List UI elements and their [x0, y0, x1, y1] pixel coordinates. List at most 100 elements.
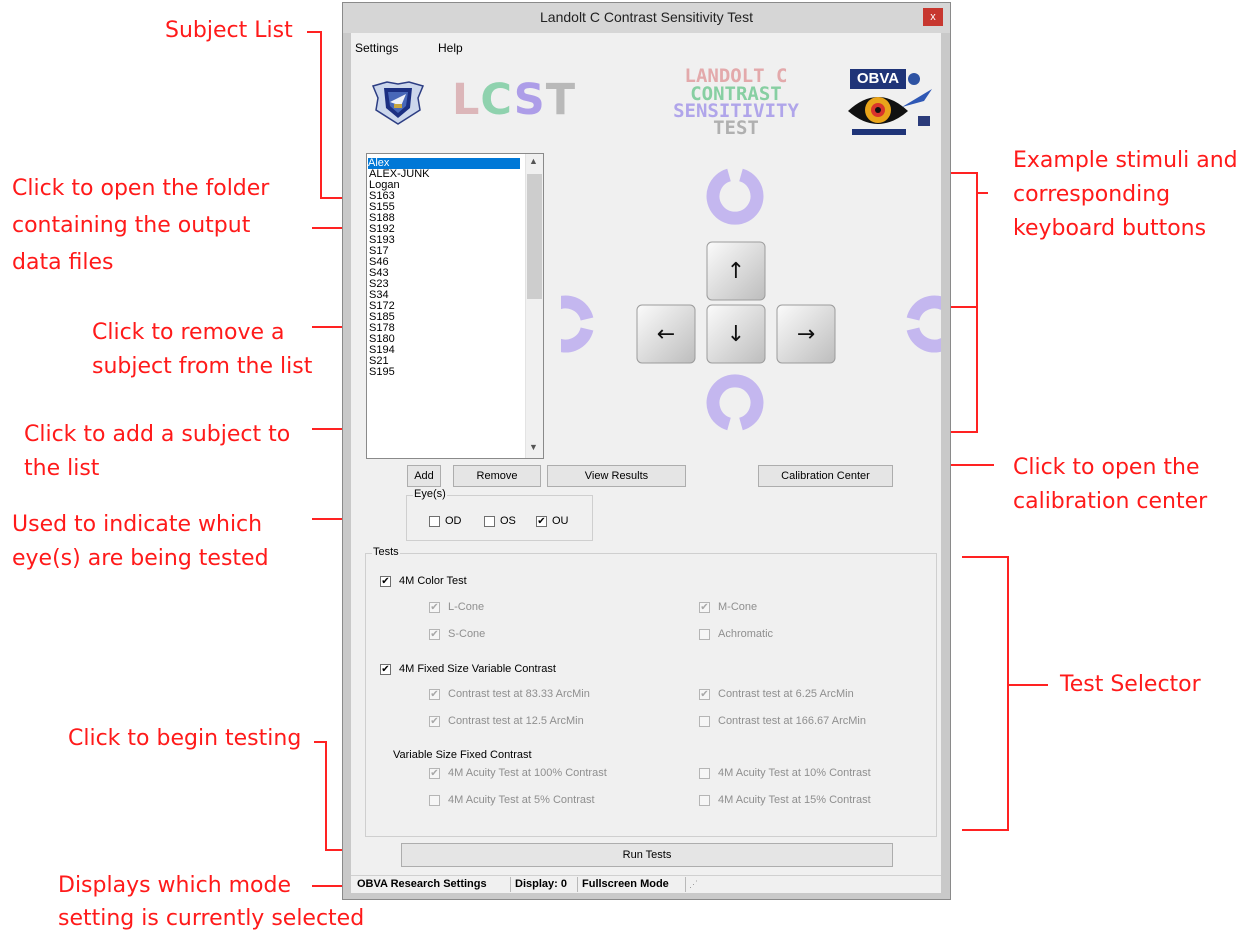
landolt-c-right-icon [906, 295, 941, 353]
subject-list-scrollbar[interactable]: ▲ ▼ [525, 154, 543, 458]
annotation-begin: Click to begin testing [68, 726, 302, 751]
landolt-c-left-icon [561, 295, 594, 353]
annotation-line: calibration center [1013, 489, 1208, 514]
subject-list-item[interactable]: S195 [369, 367, 395, 378]
client-area: Settings Help LCST LANDOLT C CONTRAST SE… [351, 33, 941, 893]
acuity-5-checkbox[interactable] [429, 795, 440, 806]
achromatic-checkbox[interactable] [699, 629, 710, 640]
close-button[interactable]: x [923, 8, 943, 26]
title-bar[interactable]: Landolt C Contrast Sensitivity Test x [343, 3, 950, 33]
acuity-100-checkbox[interactable]: ✔ [429, 768, 440, 779]
subject-list[interactable]: Alex ALEX-JUNK Logan S163 S155 S188 S192… [366, 153, 544, 459]
m-cone-checkbox[interactable]: ✔ [699, 602, 710, 613]
run-tests-button[interactable]: Run Tests [401, 843, 893, 867]
annotation-line: Click to add a subject to [24, 422, 291, 447]
scroll-down-icon[interactable]: ▼ [529, 442, 538, 452]
calibration-center-button[interactable]: Calibration Center [758, 465, 893, 487]
resize-grip-icon[interactable]: ⋰ [689, 879, 698, 890]
leader-line [962, 556, 1009, 558]
fixed-size-label: 4M Fixed Size Variable Contrast [399, 663, 556, 675]
scrollbar-thumb[interactable] [527, 174, 542, 299]
annotation-line: Displays which mode [58, 873, 292, 898]
screen-mode-status: Fullscreen Mode [582, 878, 669, 890]
obva-logo: OBVA [846, 67, 936, 139]
acuity-15-label: 4M Acuity Test at 15% Contrast [718, 794, 871, 806]
leader-line [325, 741, 327, 851]
annotation-line: eye(s) are being tested [12, 546, 269, 571]
lcst-letter: T [545, 75, 577, 125]
annotation-line: Click to open the [1013, 455, 1200, 480]
annotation-line: setting is currently selected [58, 906, 365, 931]
menu-settings[interactable]: Settings [355, 41, 398, 55]
example-stimuli: ↑ ← ↓ → [561, 168, 941, 431]
test-logo-line: TEST [713, 117, 759, 139]
contrast-83-checkbox[interactable]: ✔ [429, 689, 440, 700]
remove-button[interactable]: Remove [453, 465, 541, 487]
leader-line [1008, 684, 1048, 686]
lcst-letter: S [513, 75, 546, 125]
s-cone-checkbox[interactable]: ✔ [429, 629, 440, 640]
tests-group-label: Tests [372, 546, 400, 558]
contrast-83-label: Contrast test at 83.33 ArcMin [448, 688, 590, 700]
contrast-12-checkbox[interactable]: ✔ [429, 716, 440, 727]
lcst-letter: C [480, 75, 514, 125]
landolt-c-down-icon [706, 374, 764, 431]
l-cone-label: L-Cone [448, 601, 485, 613]
s-cone-label: S-Cone [448, 628, 486, 640]
lcst-logo: LCST [452, 77, 576, 123]
annotation-line: Used to indicate which [12, 512, 263, 537]
left-arrow-glyph: ← [657, 322, 675, 347]
contrast-6-label: Contrast test at 6.25 ArcMin [718, 688, 854, 700]
annotation-line: containing the output [12, 213, 251, 238]
os-checkbox[interactable] [484, 516, 495, 527]
leader-line [976, 172, 978, 433]
leader-line [307, 31, 321, 33]
fixed-size-checkbox[interactable]: ✔ [380, 664, 391, 675]
tests-group: Tests ✔ 4M Color Test ✔ L-Cone ✔ M-Cone … [365, 546, 937, 837]
leader-line [320, 31, 322, 199]
annotation-line: subject from the list [92, 354, 313, 379]
right-arrow-glyph: → [797, 322, 815, 347]
status-divider [510, 877, 511, 892]
app-window: Landolt C Contrast Sensitivity Test x Se… [342, 2, 951, 900]
annotation-subject-list: Subject List [165, 18, 293, 43]
l-cone-checkbox[interactable]: ✔ [429, 602, 440, 613]
annotation-line: data files [12, 250, 114, 275]
acuity-10-label: 4M Acuity Test at 10% Contrast [718, 767, 871, 779]
up-arrow-glyph: ↑ [727, 259, 745, 284]
ou-label: OU [552, 515, 569, 527]
menu-help[interactable]: Help [438, 41, 463, 55]
eye-icon [848, 73, 932, 135]
contrast-166-checkbox[interactable] [699, 716, 710, 727]
variable-size-label: Variable Size Fixed Contrast [393, 749, 532, 761]
color-test-checkbox[interactable]: ✔ [380, 576, 391, 587]
od-label: OD [445, 515, 462, 527]
ou-checkbox[interactable]: ✔ [536, 516, 547, 527]
acuity-10-checkbox[interactable] [699, 768, 710, 779]
contrast-12-label: Contrast test at 12.5 ArcMin [448, 715, 584, 727]
window-title: Landolt C Contrast Sensitivity Test [540, 9, 753, 25]
acuity-15-checkbox[interactable] [699, 795, 710, 806]
shield-emblem-icon [371, 81, 425, 125]
m-cone-label: M-Cone [718, 601, 758, 613]
status-divider [577, 877, 578, 892]
od-checkbox[interactable] [429, 516, 440, 527]
annotation-line: corresponding [1013, 182, 1171, 207]
landolt-c-up-icon [706, 168, 764, 225]
contrast-6-checkbox[interactable]: ✔ [699, 689, 710, 700]
down-arrow-glyph: ↓ [727, 322, 745, 347]
lcst-letter: L [452, 75, 481, 125]
acuity-100-label: 4M Acuity Test at 100% Contrast [448, 767, 607, 779]
annotation-line: Example stimuli and [1013, 148, 1238, 173]
display-status: Display: 0 [515, 878, 567, 890]
annotation-line: Click to open the folder [12, 176, 270, 201]
achromatic-label: Achromatic [718, 628, 774, 640]
scroll-up-icon[interactable]: ▲ [529, 156, 538, 166]
status-bar: OBVA Research Settings Display: 0 Fullsc… [351, 875, 941, 893]
add-button[interactable]: Add [407, 465, 441, 487]
annotation-test-selector: Test Selector [1060, 672, 1201, 697]
view-results-button[interactable]: View Results [547, 465, 686, 487]
status-divider [685, 877, 686, 892]
leader-line [976, 192, 988, 194]
annotation-line: the list [24, 456, 100, 481]
